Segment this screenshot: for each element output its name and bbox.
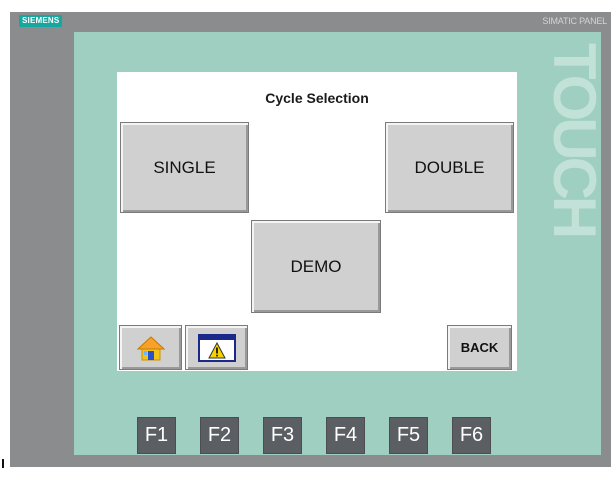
home-icon [136, 335, 165, 360]
hmi-screen: Cycle Selection SINGLE DOUBLE DEMO BACK [117, 72, 517, 371]
home-button[interactable] [119, 325, 182, 370]
touch-label: TOUCH [541, 43, 608, 236]
model-label: SIMATIC PANEL [542, 16, 607, 26]
alarm-window-titlebar [199, 335, 234, 340]
function-key-f2[interactable]: F2 [200, 417, 239, 454]
demo-button[interactable]: DEMO [251, 220, 381, 313]
alarm-warning-icon [207, 341, 226, 358]
siemens-logo: SIEMENS [19, 15, 63, 27]
alarm-window [197, 333, 236, 362]
edge-mark [2, 459, 4, 468]
function-key-f4[interactable]: F4 [326, 417, 365, 454]
alarm-button[interactable] [185, 325, 248, 370]
back-button[interactable]: BACK [447, 325, 512, 370]
single-button[interactable]: SINGLE [120, 122, 249, 213]
function-key-f5[interactable]: F5 [389, 417, 428, 454]
function-key-f6[interactable]: F6 [452, 417, 491, 454]
double-button[interactable]: DOUBLE [385, 122, 514, 213]
function-key-f1[interactable]: F1 [137, 417, 176, 454]
function-key-f3[interactable]: F3 [263, 417, 302, 454]
page-title: Cycle Selection [265, 90, 369, 106]
